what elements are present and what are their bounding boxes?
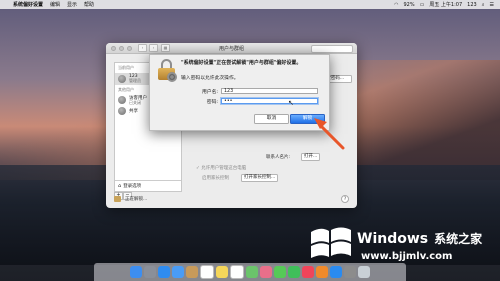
mail-icon[interactable] [172,266,184,278]
lock-icon [157,59,177,82]
shared-avatar [118,107,126,115]
lock-row[interactable]: 正在解锁... [114,196,147,202]
menu-clock[interactable]: 周五 上午1:07 [429,1,462,8]
battery-icon[interactable]: ▭ [420,2,425,8]
menu-user[interactable]: 123 [467,2,477,8]
username-field[interactable]: 123 [221,88,318,94]
password-field[interactable]: ••• [221,98,318,104]
calendar-icon[interactable] [200,265,214,279]
username-label: 用户名: [201,90,218,95]
watermark-brand: Windows 系统之家 [357,231,483,247]
launchpad-icon[interactable] [144,266,156,278]
lock-status-text: 正在解锁... [125,197,148,202]
contacts-icon[interactable] [186,266,198,278]
allow-admin-label: 允许用户管理这台电脑 [201,166,247,171]
guest-avatar [118,96,126,105]
parental-controls-label: 启用家长控制 [202,176,229,181]
user-role: 管理员 [129,78,141,83]
allow-admin-checkbox[interactable]: ✓ 允许用户管理这台电脑 [196,165,246,171]
house-icon: ⌂ [118,183,122,189]
open-contact-button[interactable]: 打开... [301,153,321,161]
user-name: 共享 [129,108,138,114]
safari-icon[interactable] [158,266,170,278]
login-options-label: 登录选项 [123,184,142,189]
search-input[interactable] [311,45,353,53]
notification-icon[interactable]: ☰ [490,2,494,8]
login-options-item[interactable]: ⌂ 登录选项 [115,180,181,191]
watermark: Windows 系统之家 www.bjjmlv.com [309,218,500,273]
menu-help[interactable]: 帮助 [84,1,94,8]
finder-icon[interactable] [130,266,142,278]
help-button[interactable]: ? [341,195,349,203]
password-label: 密码: [206,100,218,105]
user-status: 已关闭 [129,99,141,105]
messages-icon[interactable] [274,266,286,278]
maps-icon[interactable] [246,266,258,278]
avatar [118,74,126,83]
mouse-cursor-icon: ↖ [288,99,294,107]
menu-bar: 系统偏好设置 编辑 显示 帮助 ◠ 92% ▭ 周五 上午1:07 123 ⌕ … [0,0,500,9]
battery-percent[interactable]: 92% [403,2,414,8]
contact-card-label: 联系人名片: [266,155,291,160]
menu-view[interactable]: 显示 [67,1,77,8]
system-prefs-icon [167,72,177,82]
unlock-button[interactable]: 解锁 [290,114,325,124]
facetime-icon[interactable] [288,266,300,278]
lock-icon[interactable] [114,196,121,202]
menu-app-name[interactable]: 系统偏好设置 [13,1,43,8]
watermark-url: www.bjjmlv.com [361,251,453,262]
notes-icon[interactable] [216,266,228,278]
search-icon[interactable]: ⌕ [482,2,485,8]
menu-edit[interactable]: 编辑 [50,1,60,8]
wifi-icon[interactable]: ◠ [394,2,398,8]
windows-logo-icon [311,227,351,258]
reminders-icon[interactable] [230,265,244,279]
open-parental-controls-button[interactable]: 打开家长控制... [241,174,279,182]
dialog-message: 输入密码以允许此次操作。 [181,76,239,81]
photos-icon[interactable] [260,266,272,278]
window-titlebar: ‹ › ▦ 用户与群组 [106,43,357,54]
cancel-button[interactable]: 取消 [254,114,289,124]
dialog-title: "系统偏好设置"正在尝试解锁"用户与群组"偏好设置。 [181,60,302,66]
auth-dialog: "系统偏好设置"正在尝试解锁"用户与群组"偏好设置。 输入密码以允许此次操作。 … [149,54,330,131]
